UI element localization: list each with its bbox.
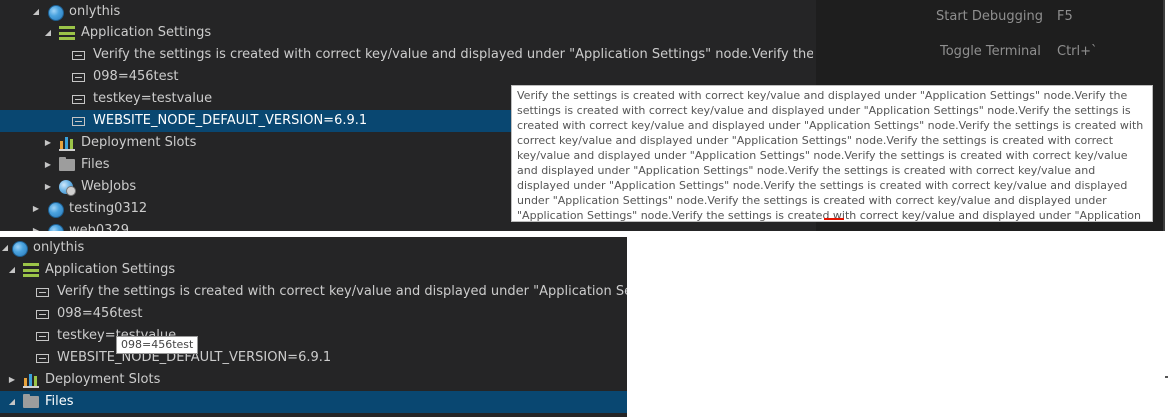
tree-item-label: Verify the settings is created with corr… bbox=[57, 284, 627, 299]
tree-item-application-settings[interactable]: ◢ Application Settings bbox=[0, 22, 1165, 44]
collapse-twisty-icon[interactable]: ◢ bbox=[7, 391, 17, 413]
tree-item-files[interactable]: ◢ Files bbox=[0, 391, 627, 413]
tree-item-label: testing0312 bbox=[69, 201, 148, 216]
webjobs-icon bbox=[59, 180, 76, 196]
tree-item-label: web0329 bbox=[69, 223, 129, 231]
tree-item-application-settings[interactable]: ◢ Application Settings bbox=[0, 259, 627, 281]
tree-item-setting-098[interactable]: 098=456test bbox=[0, 303, 627, 325]
tooltip-text: Verify the settings is created with corr… bbox=[517, 89, 1144, 222]
tooltip-text: 098=456test bbox=[121, 338, 194, 351]
expand-twisty-icon[interactable]: ▶ bbox=[31, 220, 41, 231]
tree-item-label: Files bbox=[81, 157, 110, 172]
tree-item-label: 098=456test bbox=[93, 69, 179, 84]
folder-icon bbox=[59, 157, 75, 171]
globe-icon bbox=[48, 224, 64, 231]
hover-tooltip-short: 098=456test bbox=[116, 336, 199, 354]
tree-item-label: Deployment Slots bbox=[45, 372, 161, 387]
settings-list-icon bbox=[23, 263, 39, 277]
setting-item-icon bbox=[72, 95, 85, 104]
globe-icon bbox=[48, 5, 64, 21]
tree-item-label: Verify the settings is created with corr… bbox=[93, 47, 813, 62]
folder-icon bbox=[23, 394, 39, 408]
tree-item-label: testkey=testvalue bbox=[93, 91, 213, 106]
bottom-explorer-panel: ◢ onlythis ◢ Application Settings Verify… bbox=[0, 237, 627, 417]
collapse-twisty-icon[interactable]: ◢ bbox=[7, 259, 17, 281]
tree-item-label: onlythis bbox=[33, 240, 85, 255]
expand-twisty-icon[interactable]: ▶ bbox=[31, 198, 41, 220]
tree-item-label: Deployment Slots bbox=[81, 135, 197, 150]
tree-item-setting-long[interactable]: Verify the settings is created with corr… bbox=[0, 281, 627, 303]
tree-item-label: WEBSITE_NODE_DEFAULT_VERSION=6.9.1 bbox=[93, 113, 368, 128]
tree-item-label: Application Settings bbox=[45, 262, 176, 277]
settings-list-icon bbox=[59, 26, 75, 40]
setting-item-icon bbox=[72, 117, 85, 126]
deployment-slots-icon bbox=[59, 137, 75, 151]
tree-item-label: Files bbox=[45, 394, 74, 409]
deployment-slots-icon bbox=[23, 374, 39, 388]
tree-item-label: WebJobs bbox=[81, 179, 137, 194]
expand-twisty-icon[interactable]: ▶ bbox=[7, 369, 17, 391]
setting-item-icon bbox=[36, 332, 49, 341]
collapse-twisty-icon[interactable]: ◢ bbox=[43, 22, 53, 44]
setting-item-icon bbox=[36, 354, 49, 363]
setting-item-icon bbox=[72, 51, 85, 60]
tree-item-deployment-slots[interactable]: ▶ Deployment Slots bbox=[0, 369, 627, 391]
expand-twisty-icon[interactable]: ▶ bbox=[43, 132, 53, 154]
collapse-twisty-icon[interactable]: ◢ bbox=[31, 1, 41, 23]
hover-tooltip-long: Verify the settings is created with corr… bbox=[511, 85, 1153, 222]
tree-item-label: 098=456test bbox=[57, 306, 143, 321]
setting-item-icon bbox=[36, 310, 49, 319]
setting-item-icon bbox=[36, 288, 49, 297]
tree-item-onlythis[interactable]: ◢ onlythis bbox=[0, 1, 1165, 23]
setting-item-icon bbox=[72, 73, 85, 82]
tree-item-label: Application Settings bbox=[81, 25, 212, 40]
tree-item-setting-long[interactable]: Verify the settings is created with corr… bbox=[0, 44, 1165, 66]
tree-item-setting-testkey[interactable]: testkey=testvalue bbox=[0, 325, 627, 347]
tree-item-label: onlythis bbox=[69, 4, 121, 19]
cursor-underline-marker bbox=[824, 218, 844, 220]
tree-item-setting-website-node[interactable]: WEBSITE_NODE_DEFAULT_VERSION=6.9.1 bbox=[0, 347, 627, 369]
tree-item-onlythis[interactable]: ◢ onlythis bbox=[0, 237, 627, 259]
collapse-twisty-icon[interactable]: ◢ bbox=[0, 237, 10, 259]
globe-icon bbox=[48, 202, 64, 218]
expand-twisty-icon[interactable]: ▶ bbox=[43, 154, 53, 176]
expand-twisty-icon[interactable]: ▶ bbox=[43, 176, 53, 198]
globe-icon bbox=[12, 241, 28, 257]
